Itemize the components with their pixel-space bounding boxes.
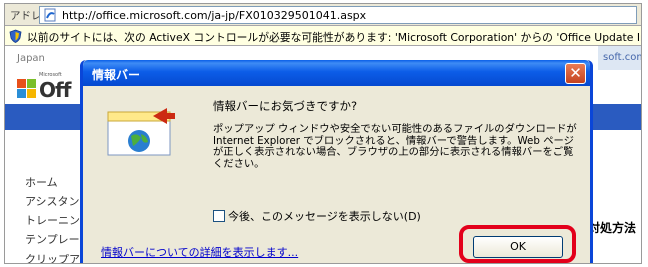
dont-show-again-option[interactable]: 今後、このメッセージを表示しない(D) — [213, 208, 421, 224]
right-heading: 対処方法 — [588, 221, 637, 235]
close-button[interactable]: ✕ — [565, 63, 586, 84]
dialog-heading: 情報バーにお気づきですか? — [213, 99, 358, 113]
logo-text: Off — [39, 78, 71, 102]
information-bar-text: 以前のサイトには、次の ActiveX コントロールが必要な可能性があります: … — [27, 31, 641, 44]
url-text: http://office.microsoft.com/ja-jp/FX0103… — [62, 9, 367, 22]
logo-square-icon — [27, 79, 36, 88]
logo-square-icon — [27, 89, 36, 98]
information-bar[interactable]: 以前のサイトには、次の ActiveX コントロールが必要な可能性があります: … — [5, 26, 641, 46]
address-bar: アドレス(D) http://office.microsoft.com/ja-j… — [5, 4, 641, 26]
office-logo: Microsoft Off — [17, 72, 87, 102]
dialog-body-text: ポップアップ ウィンドウや安全でない可能性のあるファイルのダウンロードが Int… — [213, 123, 577, 170]
dont-show-again-label: 今後、このメッセージを表示しない(D) — [228, 210, 421, 223]
address-input[interactable]: http://office.microsoft.com/ja-jp/FX0103… — [39, 6, 637, 24]
details-link[interactable]: 情報バーについての詳細を表示します... — [101, 244, 298, 260]
page-icon — [44, 8, 56, 22]
logo-square-icon — [17, 79, 26, 88]
shield-icon — [9, 29, 22, 43]
site-link[interactable]: soft.com — [603, 52, 641, 63]
dont-show-again-checkbox[interactable] — [213, 210, 225, 222]
ok-button-highlight — [459, 225, 576, 263]
close-icon: ✕ — [569, 64, 582, 82]
dialog-title-bar[interactable]: 情報バー ✕ — [83, 60, 590, 86]
information-bar-illustration-icon — [107, 108, 175, 156]
nav-item-home[interactable]: ホーム — [25, 174, 58, 190]
region-label: Japan — [17, 53, 45, 64]
logo-square-icon — [17, 89, 26, 98]
dialog-title: 情報バー — [92, 68, 141, 82]
